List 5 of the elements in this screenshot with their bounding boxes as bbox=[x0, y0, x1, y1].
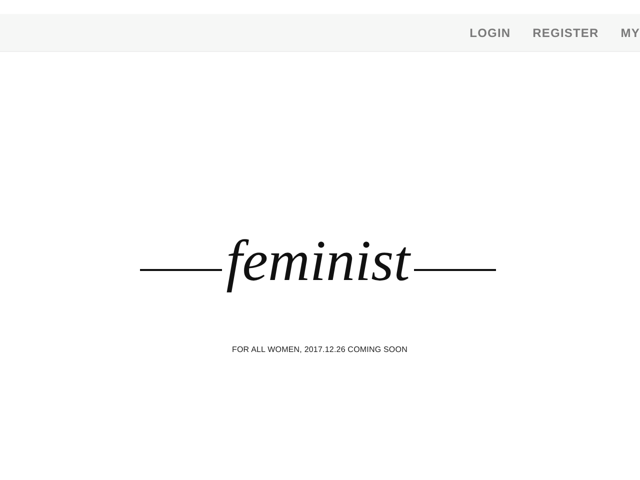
logo: feminist bbox=[140, 232, 496, 290]
nav-link[interactable]: MY bbox=[620, 24, 640, 42]
nav-link[interactable]: REGISTER bbox=[532, 24, 599, 42]
tagline: FOR ALL WOMEN, 2017.12.26 COMING SOON bbox=[232, 344, 408, 356]
nav-link[interactable]: LOGIN bbox=[470, 24, 511, 42]
